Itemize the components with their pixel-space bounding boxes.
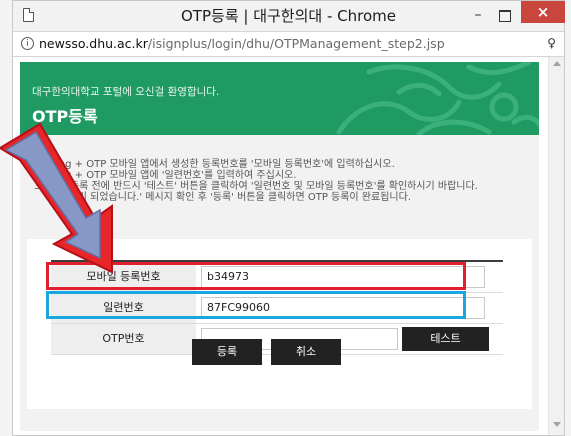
vertical-scrollbar[interactable] (548, 57, 564, 435)
title-bar[interactable]: OTP등록 | 대구한의대 - Chrome – × (13, 1, 565, 31)
close-button[interactable]: × (521, 1, 565, 23)
scroll-up-arrow-icon[interactable] (553, 61, 561, 66)
minimize-button[interactable]: – (465, 5, 491, 27)
url-text[interactable]: newsso.dhu.ac.kr/isignplus/login/dhu/OTP… (39, 32, 445, 56)
header-banner: 대구한의대학교 포털에 오신걸 환영합니다. OTP등록 (20, 62, 539, 135)
url-host: newsso.dhu.ac.kr (39, 36, 148, 51)
info-icon[interactable]: i (21, 37, 34, 50)
instruction-list: 1. ISing + OTP 모바일 앱에서 생성한 등록번호를 '모바일 등록… (34, 159, 478, 203)
register-button[interactable]: 등록 (192, 339, 262, 365)
key-icon[interactable]: ♀ (547, 36, 556, 50)
dragon-emblem-icon (336, 62, 539, 135)
chrome-popup-window: OTP등록 | 대구한의대 - Chrome – × i newsso.dhu.… (12, 0, 565, 436)
highlight-box-blue (46, 291, 466, 319)
cancel-button[interactable]: 취소 (271, 339, 341, 365)
page-title: OTP등록 (32, 107, 98, 126)
address-bar[interactable]: i newsso.dhu.ac.kr/isignplus/login/dhu/O… (13, 31, 564, 57)
instruction-item: 2. ISing + OTP 모바일 앱에 '일련번호'를 입력하여 주십시오. (34, 170, 297, 181)
url-path: /isignplus/login/dhu/OTPManagement_step2… (147, 36, 445, 51)
content-area: 1. ISing + OTP 모바일 앱에서 생성한 등록번호를 '모바일 등록… (20, 135, 539, 431)
welcome-text: 대구한의대학교 포털에 오신걸 환영합니다. (32, 86, 220, 98)
highlight-box-red (46, 262, 466, 290)
action-buttons: 등록 취소 (20, 339, 539, 365)
instruction-item: 1. ISing + OTP 모바일 앱에서 생성한 등록번호를 '모바일 등록… (34, 159, 395, 170)
background-left (0, 0, 12, 436)
maximize-button[interactable] (492, 5, 518, 27)
form-panel: 모바일 등록번호 b34973 일련번호 87FC99060 OTP번호 테스트 (27, 239, 532, 409)
page-viewport: 대구한의대학교 포털에 오신걸 환영합니다. OTP등록 1. ISing + … (13, 57, 564, 435)
maximize-icon (499, 10, 511, 22)
scroll-down-arrow-icon[interactable] (553, 422, 561, 427)
instruction-item: 3. OTP 등록 전에 반드시 '테스트' 버튼을 클릭하여 '일련번호 및 … (34, 181, 478, 192)
instruction-item: 정상 처리 되었습니다.' 메시지 확인 후 '등록' 버튼을 클릭하면 OTP… (47, 192, 411, 203)
background-right (565, 0, 571, 436)
